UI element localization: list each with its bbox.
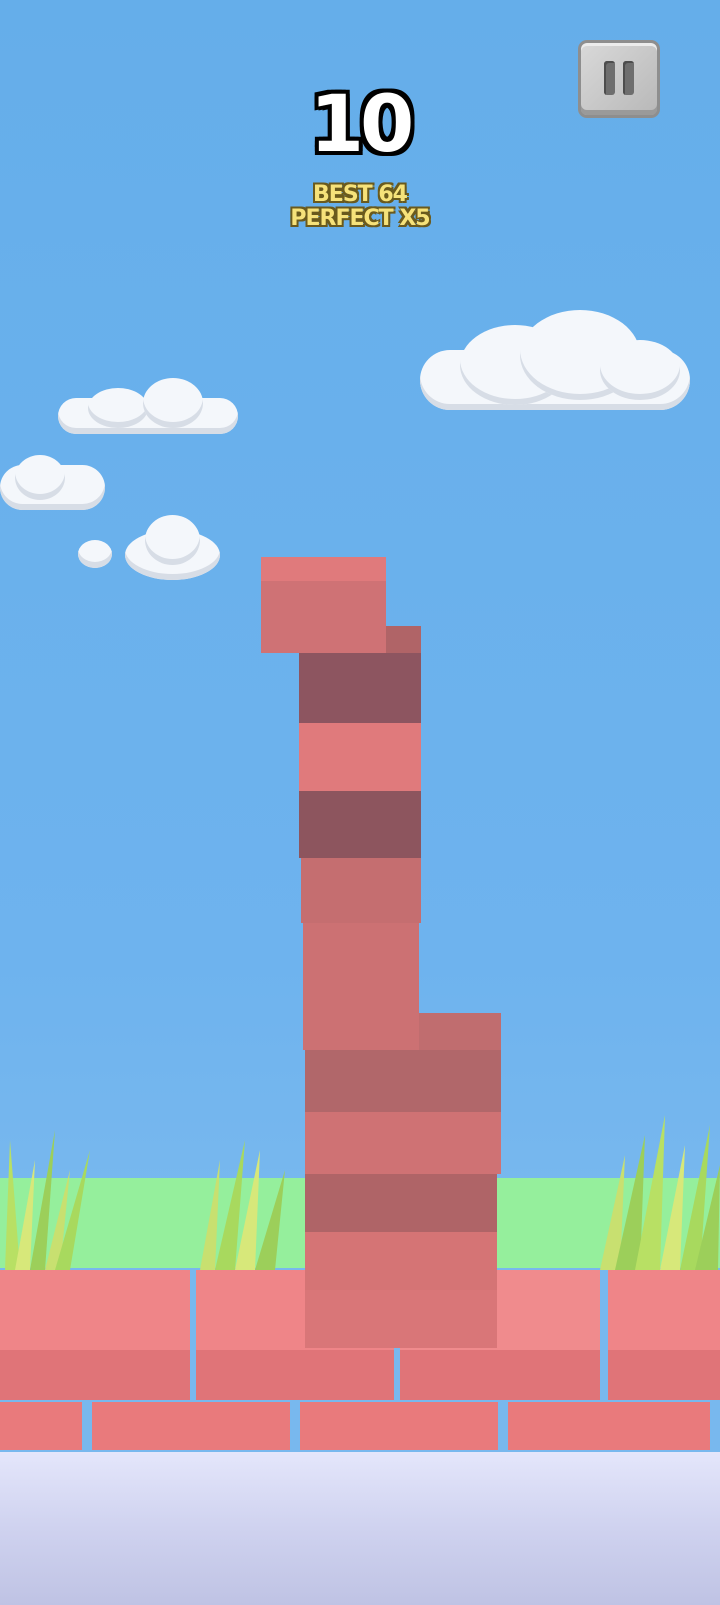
tower-block-step bbox=[419, 1013, 501, 1050]
wall-brick bbox=[0, 1270, 190, 1400]
pause-button[interactable] bbox=[578, 40, 660, 118]
tower-block bbox=[305, 1290, 497, 1348]
cloud-left bbox=[0, 455, 105, 510]
tower-block bbox=[299, 791, 421, 858]
cloud-large bbox=[420, 310, 690, 420]
cloud-tiny bbox=[78, 540, 112, 568]
tower-block bbox=[305, 1232, 497, 1290]
wall-brick bbox=[300, 1402, 498, 1450]
wall-brick bbox=[608, 1270, 720, 1400]
grass-tuft-right bbox=[600, 1115, 720, 1270]
floor bbox=[0, 1452, 720, 1605]
tower-block-step bbox=[385, 626, 421, 653]
wall-brick bbox=[92, 1402, 290, 1450]
wall-brick bbox=[0, 1402, 82, 1450]
cloud-medium bbox=[58, 378, 238, 438]
tower-block bbox=[305, 1050, 501, 1112]
tower-block bbox=[301, 858, 421, 923]
tower-block bbox=[303, 923, 419, 1050]
cloud-small bbox=[125, 515, 220, 580]
tower-block bbox=[299, 723, 421, 791]
best-score: BEST 64 bbox=[313, 182, 408, 207]
tower-block bbox=[305, 1174, 497, 1232]
grass-tuft-center bbox=[200, 1140, 285, 1270]
tower-block bbox=[305, 1112, 501, 1174]
grass-tuft-left bbox=[5, 1130, 90, 1270]
wall-brick bbox=[508, 1402, 710, 1450]
perfect-streak: PERFECT X5 bbox=[290, 206, 430, 231]
moving-block[interactable] bbox=[261, 557, 386, 653]
tower-block bbox=[299, 653, 421, 723]
